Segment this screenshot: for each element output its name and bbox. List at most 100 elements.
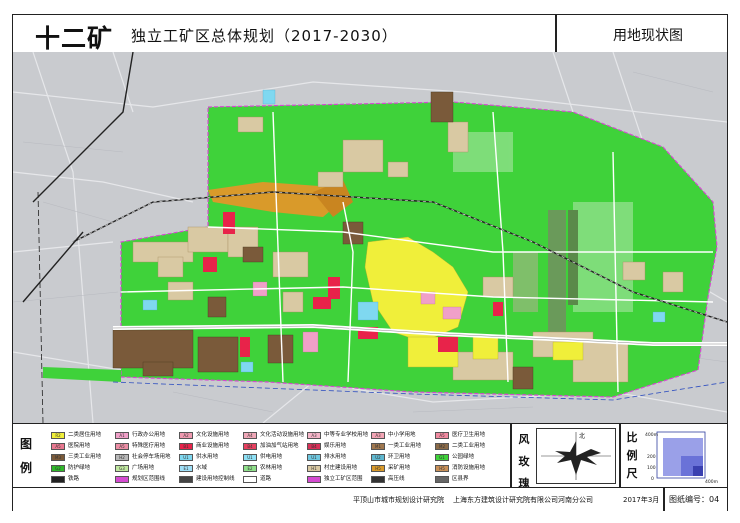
legend-swatch: H1 — [307, 465, 321, 472]
legend-label: 医院用地 — [68, 443, 91, 449]
legend-item: U1 供电用地 — [243, 452, 282, 463]
legend-swatch: A3 — [371, 432, 385, 439]
title-subtitle: 独立工矿区总体规划（2017-2030） — [131, 27, 398, 45]
scale-tick-200: 200 — [647, 454, 656, 460]
footer-org-2: 上海东方建筑设计研究院有限公司河南分公司 — [453, 496, 593, 504]
legend-label: 行政办公用地 — [132, 432, 166, 438]
legend-label: 娱乐用地 — [324, 443, 347, 449]
legend-item: U1 排水用地 — [307, 452, 346, 463]
legend-item: 道路 — [243, 474, 271, 485]
legend-label: 村庄建设用地 — [324, 465, 358, 471]
legend-label: 加油加气站用地 — [260, 443, 299, 449]
legend-item: M3 三类工业用地 — [51, 452, 101, 463]
legend-label: 防护绿地 — [68, 465, 91, 471]
scale-title: 比例尺 — [626, 431, 638, 480]
legend-swatch: E1 — [179, 465, 193, 472]
legend-swatch — [115, 476, 129, 483]
scale-tick-0: 0 — [651, 476, 654, 482]
legend-swatch: G1 — [435, 454, 449, 461]
legend-item: 建设用地控制线 — [179, 474, 235, 485]
legend-label: 文化设施用地 — [196, 432, 230, 438]
legend-item: E2 农林用地 — [243, 463, 282, 474]
legend-item: G3 广场用地 — [115, 463, 154, 474]
map-type-title: 用地现状图 — [613, 28, 683, 44]
legend-swatch: H5 — [435, 465, 449, 472]
legend-label: 三类工业用地 — [68, 454, 102, 460]
legend-swatch: H2 — [115, 454, 129, 461]
legend-swatch — [243, 476, 257, 483]
legend-title: 图例 — [19, 437, 32, 475]
footer: 平顶山市城市规划设计研究院 上海东方建筑设计研究院有限公司河南分公司 2017年… — [13, 487, 727, 511]
legend-item: M1 一类工业用地 — [371, 441, 421, 452]
map-sheet: 十二矿 独立工矿区总体规划（2017-2030） 用地现状图 图例 R2 二类居… — [0, 0, 740, 523]
legend-item: G2 防护绿地 — [51, 463, 90, 474]
legend-swatch: A5 — [51, 443, 65, 450]
land-use-map[interactable] — [13, 52, 727, 423]
legend-label: 农林用地 — [260, 465, 283, 471]
footer-org-1: 平顶山市城市规划设计研究院 — [353, 496, 444, 504]
legend-label: 商业设施用地 — [196, 443, 230, 449]
legend-item: A3 中小学用地 — [371, 430, 416, 441]
title-main: 十二矿 — [35, 24, 114, 53]
legend-label: 采矿用地 — [388, 465, 411, 471]
legend-swatch — [371, 476, 385, 483]
legend-swatch: B1 — [179, 443, 193, 450]
legend-item: 铁路 — [51, 474, 79, 485]
legend-item: A4 文化活动设施用地 — [243, 430, 304, 441]
legend-label: 建设用地控制线 — [196, 476, 235, 482]
legend-swatch: A4 — [243, 432, 257, 439]
legend-item: 区县界 — [435, 474, 469, 485]
legend-swatch: G2 — [51, 465, 65, 472]
compass-title: 风玫瑰 — [518, 433, 530, 490]
legend-label: 中小学用地 — [388, 432, 416, 438]
title-divider — [555, 15, 557, 52]
legend-label: 特殊医疗用地 — [132, 443, 166, 449]
north-label: 北 — [579, 432, 585, 440]
legend-item: 高压线 — [371, 474, 405, 485]
scale-divider — [619, 424, 621, 488]
legend-swatch: A1 — [115, 432, 129, 439]
legend-swatch: G3 — [115, 465, 129, 472]
scale-tick-end: 400m — [705, 479, 718, 484]
scale-tick-400: 400m — [645, 432, 658, 438]
legend-label: 区县界 — [452, 476, 469, 482]
legend-item: B4 加油加气站用地 — [243, 441, 299, 452]
legend-swatch: B4 — [243, 443, 257, 450]
legend-item: H5 采矿用地 — [371, 463, 410, 474]
legend-item: 规划区范围线 — [115, 474, 165, 485]
legend-swatch: R2 — [51, 432, 65, 439]
legend-label: 水域 — [196, 465, 208, 471]
legend-swatch — [179, 476, 193, 483]
legend-label: 环卫用地 — [388, 454, 411, 460]
legend-item: R2 二类居住用地 — [51, 430, 101, 441]
legend-label: 独立工矿区范围 — [324, 476, 363, 482]
legend-label: 二类工业用地 — [452, 443, 486, 449]
title-bar: 十二矿 独立工矿区总体规划（2017-2030） 用地现状图 — [13, 15, 727, 53]
legend-item: A1 行政办公用地 — [115, 430, 165, 441]
legend-item: A5 特殊医疗用地 — [115, 441, 165, 452]
legend-label: 一类工业用地 — [388, 443, 422, 449]
legend-item: A5 医院用地 — [51, 441, 90, 452]
legend-band: 图例 R2 二类居住用地 A1 行政办公用地 A2 文化设施用地 A4 文化活动设施用地 A3 中… — [13, 423, 727, 490]
legend-swatch: A3 — [307, 432, 321, 439]
legend-label: 公园绿地 — [452, 454, 475, 460]
legend-grid: R2 二类居住用地 A1 行政办公用地 A2 文化设施用地 A4 文化活动设施用地 A3 中等专业… — [51, 430, 501, 484]
legend-label: 中等专业学校用地 — [324, 432, 369, 438]
sheet-number: 图纸编号：04 — [669, 495, 720, 504]
wind-rose: 北 — [536, 428, 616, 484]
legend-swatch — [51, 476, 65, 483]
legend-label: 消防设施用地 — [452, 465, 486, 471]
legend-label: 文化活动设施用地 — [260, 432, 305, 438]
footer-divider — [663, 488, 665, 511]
legend-item: E1 水域 — [179, 463, 207, 474]
legend-swatch: A2 — [179, 432, 193, 439]
legend-swatch: B4 — [307, 443, 321, 450]
legend-item: H1 村庄建设用地 — [307, 463, 357, 474]
legend-label: 排水用地 — [324, 454, 347, 460]
legend-item: H5 消防设施用地 — [435, 463, 485, 474]
legend-swatch: M1 — [371, 443, 385, 450]
legend-swatch: U2 — [371, 454, 385, 461]
legend-item: G1 公园绿地 — [435, 452, 474, 463]
scale-graphic: 400m 200 100 0 400m — [645, 431, 718, 485]
legend-label: 铁路 — [68, 476, 80, 482]
